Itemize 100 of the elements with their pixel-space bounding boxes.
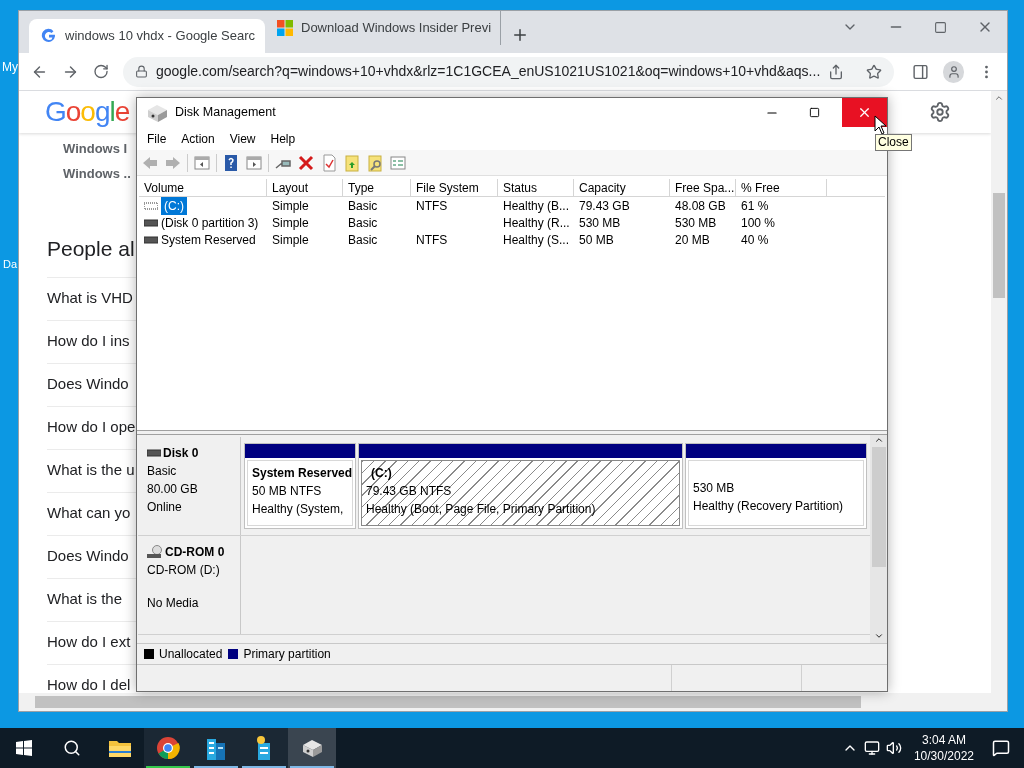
table-cell-text: 79.43 GB xyxy=(579,197,630,215)
scrollbar-thumb[interactable] xyxy=(993,193,1005,298)
disk-label-panel[interactable]: CD-ROM 0 CD-ROM (D:) No Media xyxy=(138,536,241,634)
table-cell-text: Simple xyxy=(272,197,309,215)
taskbar-app[interactable] xyxy=(144,728,192,768)
table-cell-text: Basic xyxy=(348,197,378,215)
windows-start-icon[interactable] xyxy=(16,740,32,756)
delete-icon[interactable] xyxy=(297,153,315,172)
column-header[interactable]: Type xyxy=(343,179,411,196)
scroll-up-icon[interactable] xyxy=(873,435,884,445)
table-cell-text: NTFS xyxy=(416,231,448,249)
partition-title: (C:) xyxy=(370,465,393,482)
volume-icon[interactable] xyxy=(885,740,902,756)
partition-block[interactable]: (C:) 79.43 GB NTFS Healthy (Boot, Page File, Primary Partition) xyxy=(358,443,683,529)
folder-up-icon[interactable] xyxy=(343,153,361,172)
question-text[interactable]: What is VHD xyxy=(47,287,133,310)
table-cell-text: NTFS xyxy=(416,197,448,215)
profile-icon[interactable] xyxy=(943,60,965,83)
table-cell-text: Simple xyxy=(272,231,309,249)
share-icon[interactable] xyxy=(828,63,845,80)
question-text[interactable]: How do I ext xyxy=(47,631,131,654)
column-header[interactable]: Layout xyxy=(267,179,343,196)
table-cell-text: Simple xyxy=(272,214,309,232)
table-cell-text: 530 MB xyxy=(675,214,717,232)
reload-icon[interactable] xyxy=(92,63,109,80)
network-icon[interactable] xyxy=(863,740,880,756)
notifications-icon[interactable] xyxy=(992,739,1010,757)
table-cell-text: 100 % xyxy=(741,214,776,232)
column-header[interactable]: File System xyxy=(411,179,498,196)
question-text[interactable]: What is the u xyxy=(47,459,135,482)
action-pane-icon[interactable] xyxy=(245,153,263,172)
chrome-icon xyxy=(156,736,180,760)
drive-icon xyxy=(144,218,158,227)
table-cell-text: Basic xyxy=(348,214,378,232)
snippet-text: Windows I xyxy=(63,140,128,158)
question-text[interactable]: Does Windo xyxy=(47,545,129,568)
disk-size: 80.00 GB xyxy=(147,481,199,498)
partition-size: 530 MB xyxy=(693,480,736,497)
question-text[interactable]: Does Windo xyxy=(47,373,129,396)
column-header[interactable]: Capacity xyxy=(574,179,670,196)
partition-status: Healthy (Boot, Page File, Primary Partition) xyxy=(366,501,597,518)
menu-item[interactable]: Action xyxy=(181,129,215,148)
check-document-icon[interactable] xyxy=(320,153,338,172)
volume-row[interactable]: (Disk 0 partition 3) Simple Basic Healthy (R... 530 MB 530 MB 100 % xyxy=(139,214,885,231)
side-panel-icon[interactable] xyxy=(912,62,930,81)
drive-icon xyxy=(147,449,161,457)
disk-status: Online xyxy=(147,499,183,516)
column-header[interactable]: Status xyxy=(498,179,574,196)
console-tree-icon[interactable] xyxy=(193,153,211,172)
partition-block[interactable]: 530 MB Healthy (Recovery Partition) xyxy=(685,443,867,529)
table-cell-text: 40 % xyxy=(741,231,769,249)
horizontal-scrollbar[interactable] xyxy=(19,693,1007,711)
table-cell-text: Healthy (R... xyxy=(503,214,570,232)
question-text[interactable]: How do I ins xyxy=(47,330,130,353)
question-text[interactable]: How do I del xyxy=(47,674,131,697)
table-cell-text: 530 MB xyxy=(579,214,621,232)
google-logo[interactable]: Google xyxy=(45,91,130,133)
table-cell-text: Healthy (B... xyxy=(503,197,570,215)
question-text[interactable]: How do I ope xyxy=(47,416,136,439)
close-button[interactable] xyxy=(842,98,887,127)
column-header[interactable]: Free Spa... xyxy=(670,179,736,196)
folder-icon xyxy=(108,738,132,758)
lock-icon xyxy=(135,65,148,78)
table-cell-text: Basic xyxy=(348,231,378,249)
taskbar-app[interactable] xyxy=(240,728,288,768)
partition-block[interactable]: System Reserved 50 MB NTFS Healthy (System, xyxy=(244,443,356,529)
menu-item[interactable]: File xyxy=(147,129,167,148)
volume-row[interactable]: System Reserved Simple Basic NTFS Healthy (S... 50 MB 20 MB 40 % xyxy=(139,231,885,248)
snippet-text: Windows .. xyxy=(63,164,131,183)
clock[interactable]: 3:04 AM 10/30/2022 xyxy=(909,732,978,764)
close-icon xyxy=(857,105,872,120)
menu-item[interactable]: View xyxy=(229,129,256,148)
star-icon[interactable] xyxy=(866,63,883,80)
disk-label-panel[interactable]: Disk 0 Basic 80.00 GB Online xyxy=(138,437,241,535)
browser-tab[interactable]: windows 10 vhdx - Google Searc xyxy=(29,19,265,53)
question-text[interactable]: What is the xyxy=(47,588,123,611)
taskbar-app[interactable] xyxy=(288,728,336,768)
legend-label: Primary partition xyxy=(243,646,331,663)
column-header[interactable]: Volume xyxy=(139,179,267,196)
browser-tab[interactable]: Download Windows Insider Previ xyxy=(265,11,501,45)
vertical-scrollbar[interactable] xyxy=(870,435,887,643)
volume-row[interactable]: (C:) Simple Basic NTFS Healthy (B... 79.43 GB 48.08 GB 61 % xyxy=(139,197,885,214)
table-cell-text: 20 MB xyxy=(675,231,710,249)
disk-type: Basic xyxy=(147,463,178,480)
disk-drive-icon xyxy=(300,737,324,759)
scrollbar-thumb[interactable] xyxy=(35,696,861,708)
scrollbar-thumb[interactable] xyxy=(871,447,886,567)
menu-item[interactable]: Help xyxy=(270,129,296,148)
column-header[interactable]: % Free xyxy=(736,179,827,196)
search-icon[interactable] xyxy=(63,739,81,757)
settings-icon[interactable] xyxy=(929,101,951,123)
new-tab-icon[interactable] xyxy=(511,26,529,44)
question-text[interactable]: What can yo xyxy=(47,502,131,525)
vertical-scrollbar[interactable] xyxy=(991,91,1007,693)
table-cell-text: System Reserved xyxy=(161,231,256,249)
help-icon[interactable] xyxy=(222,153,240,172)
maximize-icon[interactable] xyxy=(809,107,820,118)
scroll-down-icon[interactable] xyxy=(873,631,884,641)
scroll-up-icon[interactable] xyxy=(994,93,1004,103)
address-bar[interactable]: google.com/search?q=windows+10+vhdx&rlz=1C1GCEA_enUS1021US1021&oq=windows+10+vhd&aqs... xyxy=(123,56,895,87)
